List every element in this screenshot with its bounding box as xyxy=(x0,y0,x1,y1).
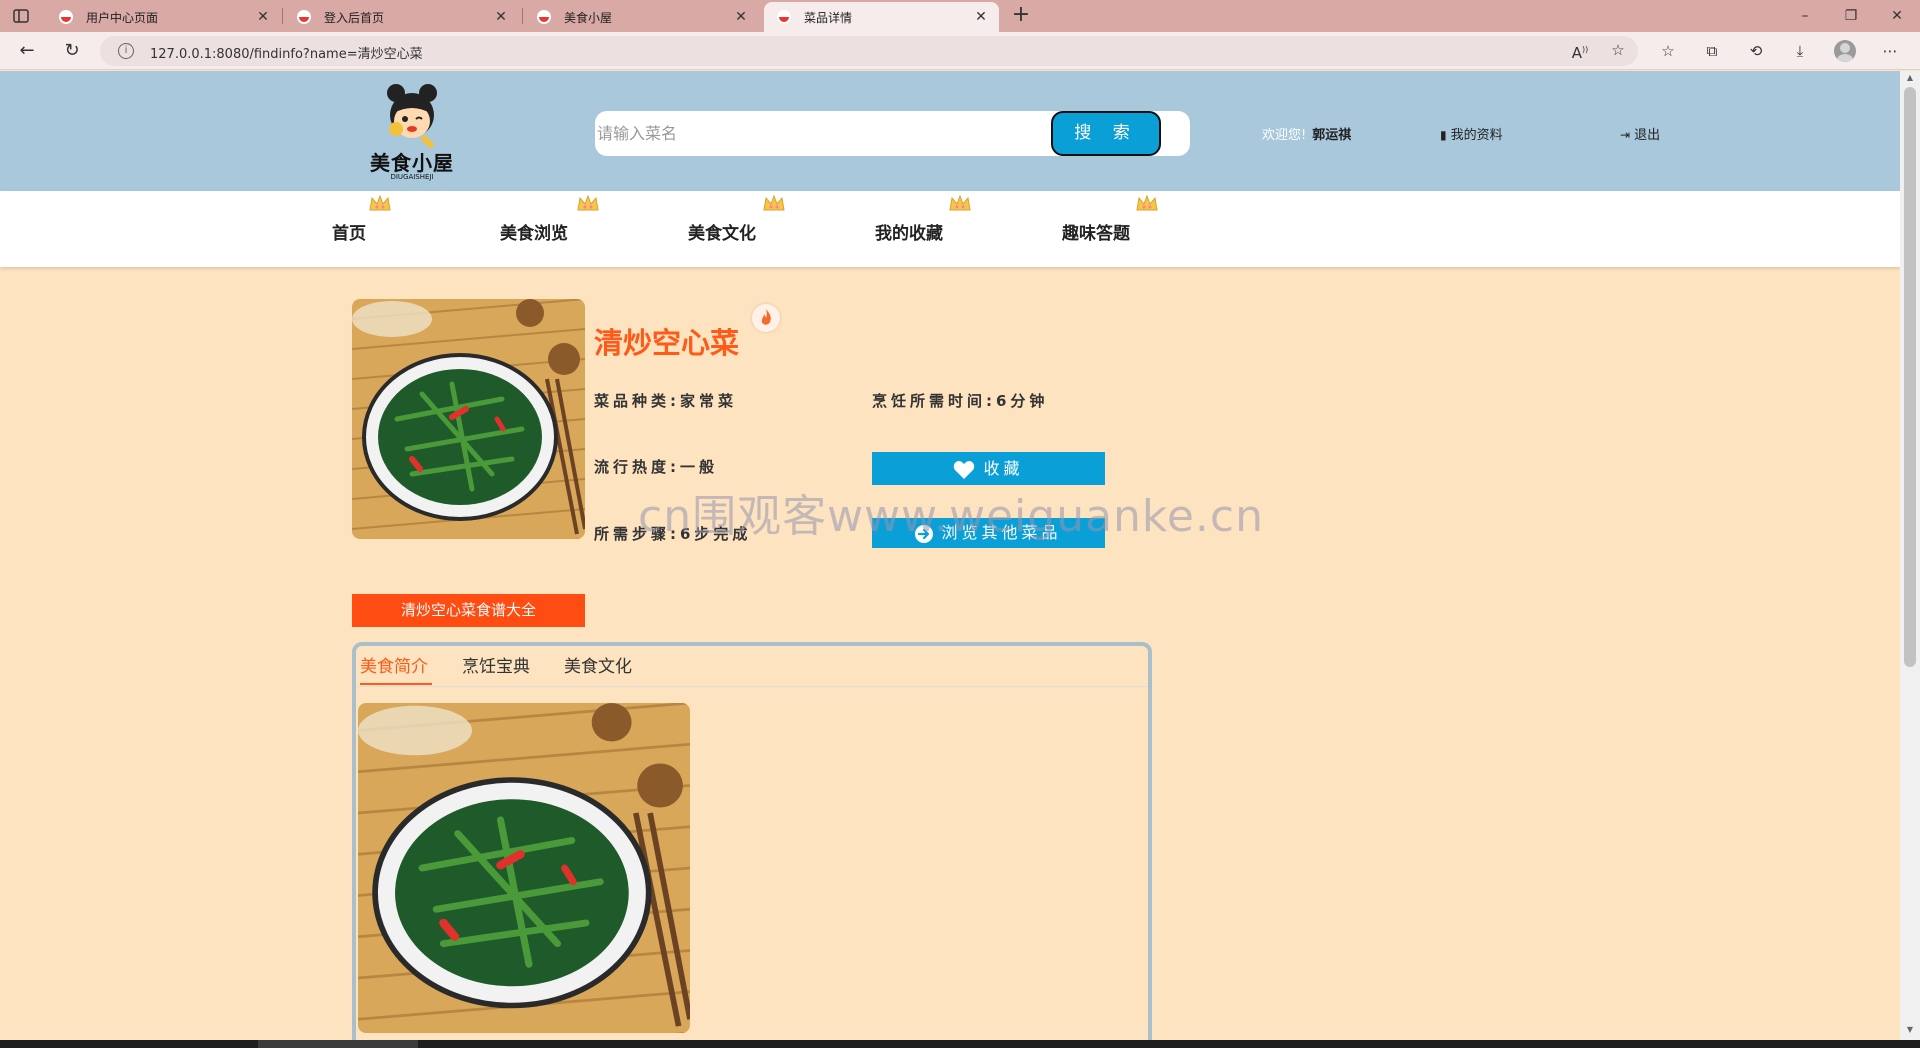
dish-image xyxy=(352,299,585,539)
logout-label: 退出 xyxy=(1634,128,1661,143)
dish-cook-time: 烹饪所需时间:6分钟 xyxy=(872,392,1049,410)
nav-item-favorites[interactable]: 我的收藏 xyxy=(875,219,943,244)
read-aloud-icon[interactable]: A)) xyxy=(1570,40,1590,62)
address-toolbar: ← ↻ i 127.0.0.1:8080/findinfo?name=清炒空心菜… xyxy=(0,32,1920,70)
dish-photo xyxy=(352,299,585,539)
browser-tab-strip: 用户中心页面 ✕ 登入后首页 ✕ 美食小屋 ✕ 菜品详情 ✕ + – ❐ ✕ xyxy=(0,0,1920,32)
url-text: 127.0.0.1:8080/findinfo?name=清炒空心菜 xyxy=(150,47,423,62)
scrollbar-thumb[interactable] xyxy=(1904,87,1916,667)
restore-button[interactable]: ❐ xyxy=(1828,0,1874,32)
taskbar-item[interactable] xyxy=(258,1040,418,1048)
search-bar: 搜 索 xyxy=(595,111,1190,156)
site-logo[interactable]: 美食小屋 DIUGAISHEJI xyxy=(366,79,458,187)
username: 郭运祺 xyxy=(1312,128,1352,143)
crown-icon xyxy=(577,194,599,211)
crown-icon xyxy=(949,194,971,211)
new-tab-button[interactable]: + xyxy=(1008,4,1034,28)
bowl-favicon-icon xyxy=(777,10,791,24)
welcome-label: 欢迎您! xyxy=(1262,128,1307,143)
my-profile-link[interactable]: ▮ 我的资料 xyxy=(1440,124,1503,143)
site-header: 美食小屋 DIUGAISHEJI 搜 索 欢迎您! 郭运祺 ▮我的资料 ⇥退出 xyxy=(0,71,1900,191)
tab-label: 登入后首页 xyxy=(324,10,385,25)
bowl-favicon-icon xyxy=(59,10,73,24)
nav-item-culture[interactable]: 美食文化 xyxy=(688,219,756,244)
bowl-favicon-icon xyxy=(537,10,551,24)
book-icon: ▮ xyxy=(1440,128,1447,142)
close-tab-icon[interactable]: ✕ xyxy=(731,9,751,25)
scroll-down-icon[interactable]: ▼ xyxy=(1905,1025,1915,1035)
profile-avatar-icon[interactable] xyxy=(1834,40,1856,62)
main-nav: 首页 美食浏览 美食文化 我的收藏 趣味答题 xyxy=(0,191,1900,267)
my-profile-label: 我的资料 xyxy=(1450,128,1503,143)
search-button[interactable]: 搜 索 xyxy=(1051,111,1161,156)
minimize-button[interactable]: – xyxy=(1782,0,1828,32)
close-tab-icon[interactable]: ✕ xyxy=(971,9,991,25)
tab-food-culture[interactable]: 美食文化 xyxy=(564,652,632,677)
crown-icon xyxy=(1136,194,1158,211)
browser-tab[interactable]: 用户中心页面 ✕ xyxy=(46,2,281,32)
crown-icon xyxy=(369,194,391,211)
address-bar[interactable]: i 127.0.0.1:8080/findinfo?name=清炒空心菜 A))… xyxy=(100,36,1638,66)
tab-label: 美食小屋 xyxy=(564,10,613,25)
refresh-icon[interactable]: ↻ xyxy=(60,39,84,63)
dish-title: 清炒空心菜 xyxy=(594,326,740,360)
intro-dish-photo xyxy=(358,703,690,1033)
tab-divider xyxy=(282,8,283,24)
favorite-label: 收藏 xyxy=(983,459,1024,478)
nav-item-home[interactable]: 首页 xyxy=(332,219,366,244)
more-menu-icon[interactable]: ⋯ xyxy=(1880,41,1900,61)
tab-label: 菜品详情 xyxy=(804,10,853,25)
back-arrow-icon[interactable]: ← xyxy=(15,39,39,63)
crown-icon xyxy=(763,194,785,211)
browser-tab-active[interactable]: 菜品详情 ✕ xyxy=(764,2,999,32)
tab-divider xyxy=(522,8,523,24)
scroll-up-icon[interactable]: ▲ xyxy=(1905,73,1915,83)
search-input[interactable] xyxy=(595,111,1055,156)
tab-cooking-guide[interactable]: 烹饪宝典 xyxy=(462,652,530,677)
heart-icon xyxy=(954,460,975,479)
dish-category: 菜品种类:家常菜 xyxy=(594,392,737,410)
collections-icon[interactable]: ⧉ xyxy=(1702,41,1722,61)
bowl-favicon-icon xyxy=(297,10,311,24)
add-favorite-icon[interactable]: ☆ xyxy=(1608,40,1628,60)
close-tab-icon[interactable]: ✕ xyxy=(253,9,273,25)
welcome-text: 欢迎您! 郭运祺 xyxy=(1262,124,1351,143)
fire-icon xyxy=(752,304,780,332)
os-taskbar xyxy=(0,1040,1920,1048)
logout-link[interactable]: ⇥ 退出 xyxy=(1620,124,1660,143)
browser-tab[interactable]: 登入后首页 ✕ xyxy=(284,2,519,32)
logo-subtitle: DIUGAISHEJI xyxy=(390,173,434,181)
recipe-collection-button[interactable]: 清炒空心菜食谱大全 xyxy=(352,594,585,627)
site-info-icon[interactable]: i xyxy=(118,43,134,59)
watermark: cn围观客www.weiguanke.cn xyxy=(638,491,1264,542)
sign-out-icon: ⇥ xyxy=(1620,128,1631,142)
downloads-icon[interactable]: ⤓ xyxy=(1790,41,1810,61)
close-tab-icon[interactable]: ✕ xyxy=(491,9,511,25)
tab-label: 用户中心页面 xyxy=(86,10,159,25)
tab-food-intro[interactable]: 美食简介 xyxy=(360,652,428,677)
history-icon[interactable]: ⟲ xyxy=(1746,41,1766,61)
active-tab-underline xyxy=(360,683,432,685)
nav-item-browse[interactable]: 美食浏览 xyxy=(500,219,568,244)
close-window-button[interactable]: ✕ xyxy=(1874,0,1920,32)
favorites-icon[interactable]: ☆ xyxy=(1658,41,1678,61)
browser-tab[interactable]: 美食小屋 ✕ xyxy=(524,2,759,32)
girl-mascot-icon xyxy=(387,84,437,149)
tab-actions-icon[interactable] xyxy=(12,7,30,25)
tab-divider xyxy=(356,686,1148,687)
dish-image xyxy=(358,703,690,1033)
nav-item-quiz[interactable]: 趣味答题 xyxy=(1062,219,1130,244)
content-tabs-panel: 美食简介 烹饪宝典 美食文化 xyxy=(352,642,1152,1048)
page-scrollbar[interactable]: ▲ ▼ xyxy=(1900,71,1920,1040)
dish-popularity: 流行热度:一般 xyxy=(594,458,718,476)
logo-text: 美食小屋 xyxy=(370,151,454,175)
